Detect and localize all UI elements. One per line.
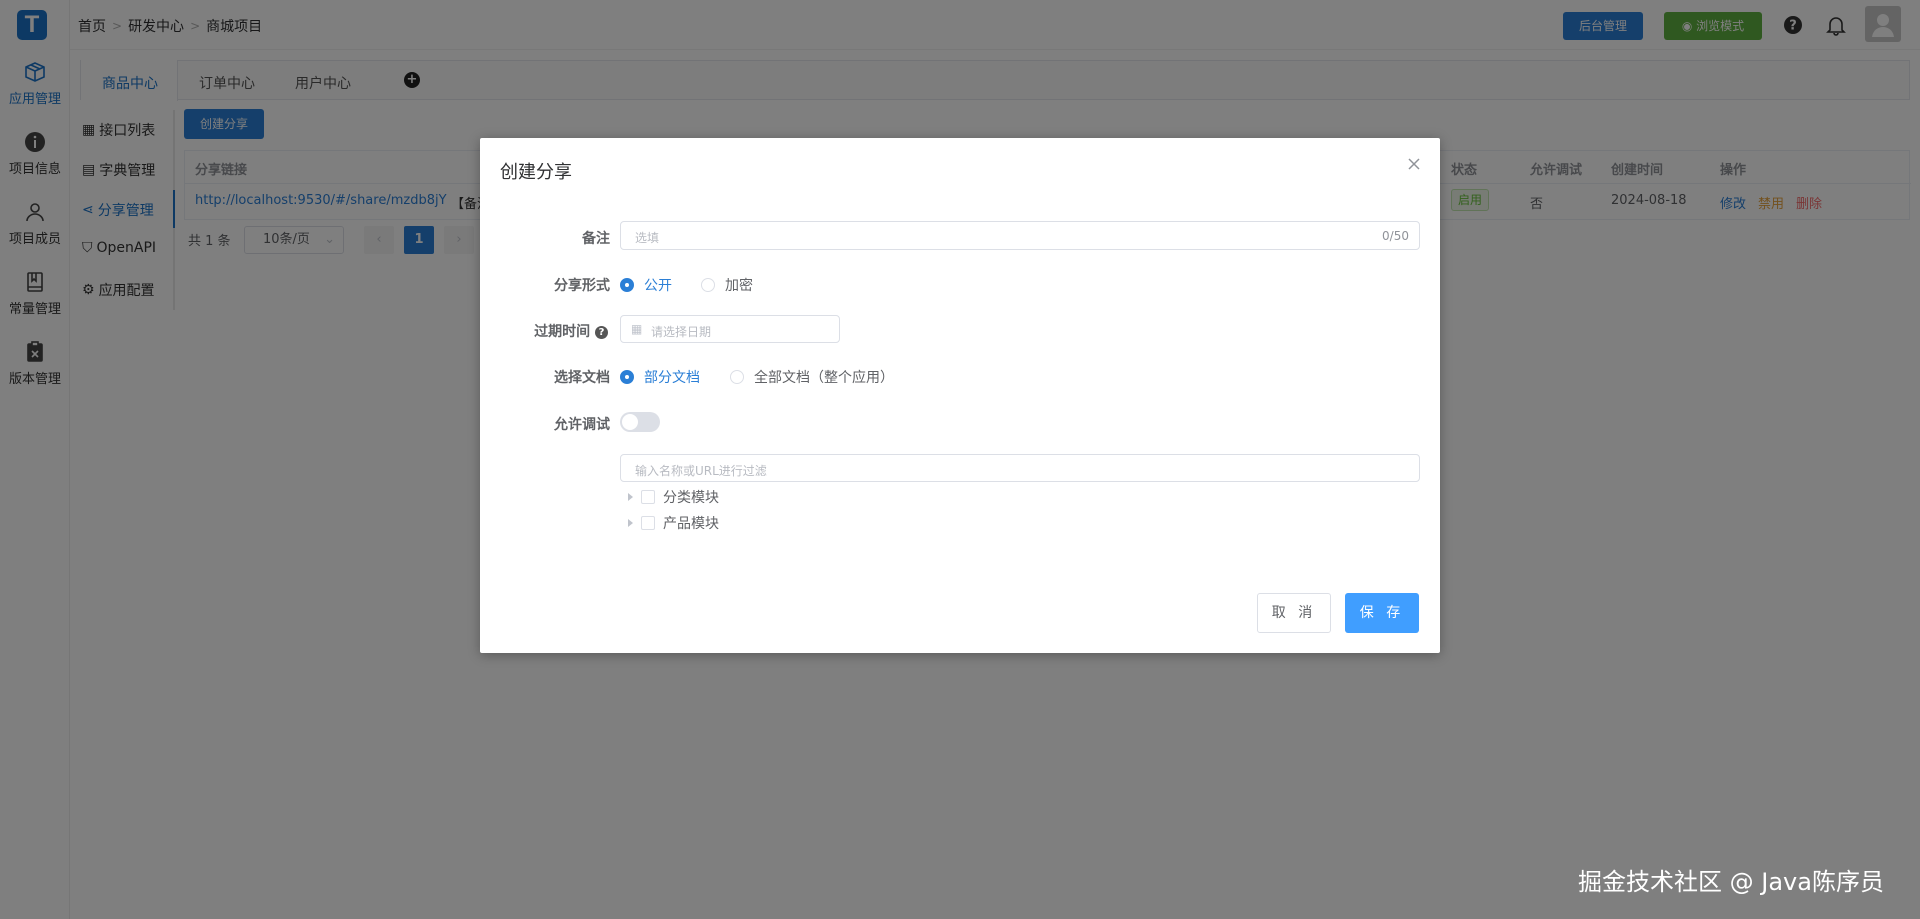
note-counter: 0/50 xyxy=(1382,229,1409,243)
question-circle-icon[interactable]: ? xyxy=(595,325,608,339)
doc-label: 选择文档 xyxy=(554,370,610,386)
radio-doc-partial[interactable]: 部分文档 xyxy=(620,367,700,387)
cancel-button[interactable]: 取 消 xyxy=(1257,593,1331,633)
radio-dot xyxy=(620,370,634,384)
radio-label: 加密 xyxy=(725,278,753,294)
share-type-label: 分享形式 xyxy=(554,278,610,294)
caret-right-icon[interactable] xyxy=(628,493,633,501)
tree-checkbox[interactable] xyxy=(641,516,655,530)
radio-share-encrypted[interactable]: 加密 xyxy=(701,275,753,295)
expire-label-text: 过期时间 xyxy=(534,324,591,340)
radio-share-public[interactable]: 公开 xyxy=(620,275,672,295)
caret-right-icon[interactable] xyxy=(628,519,633,527)
save-button[interactable]: 保 存 xyxy=(1345,593,1419,633)
radio-label: 公开 xyxy=(644,278,672,294)
expire-label: 过期时间 ? xyxy=(480,321,608,341)
dialog-title: 创建分享 xyxy=(500,162,572,183)
radio-doc-all[interactable]: 全部文档（整个应用） xyxy=(730,367,894,387)
tree-label: 分类模块 xyxy=(663,490,719,506)
radio-dot xyxy=(701,278,715,292)
note-input[interactable]: 选填 0/50 xyxy=(620,221,1420,250)
debug-label: 允许调试 xyxy=(554,417,610,433)
doc-filter-input[interactable]: 输入名称或URL进行过滤 xyxy=(620,454,1420,482)
watermark: 掘金技术社区 @ Java陈序员 xyxy=(1578,868,1884,896)
expire-placeholder: 请选择日期 xyxy=(651,325,712,339)
note-placeholder: 选填 xyxy=(635,231,660,245)
expire-date-picker[interactable]: ▦ 请选择日期 xyxy=(620,315,840,343)
radio-label: 全部文档（整个应用） xyxy=(754,370,894,386)
tree-checkbox[interactable] xyxy=(641,490,655,504)
radio-label: 部分文档 xyxy=(644,370,700,386)
create-share-dialog: 创建分享 备注 选填 0/50 分享形式 公开 加密 过期时间 ? ▦ 请选择日… xyxy=(480,138,1440,653)
tree-label: 产品模块 xyxy=(663,516,719,532)
debug-toggle[interactable] xyxy=(620,412,660,432)
calendar-icon: ▦ xyxy=(631,322,643,336)
tree-node-category[interactable]: 分类模块 xyxy=(628,487,719,507)
note-label: 备注 xyxy=(582,231,610,247)
radio-dot xyxy=(730,370,744,384)
tree-node-product[interactable]: 产品模块 xyxy=(628,513,719,533)
filter-placeholder: 输入名称或URL进行过滤 xyxy=(635,464,767,478)
radio-dot xyxy=(620,278,634,292)
close-icon[interactable] xyxy=(1406,156,1422,172)
